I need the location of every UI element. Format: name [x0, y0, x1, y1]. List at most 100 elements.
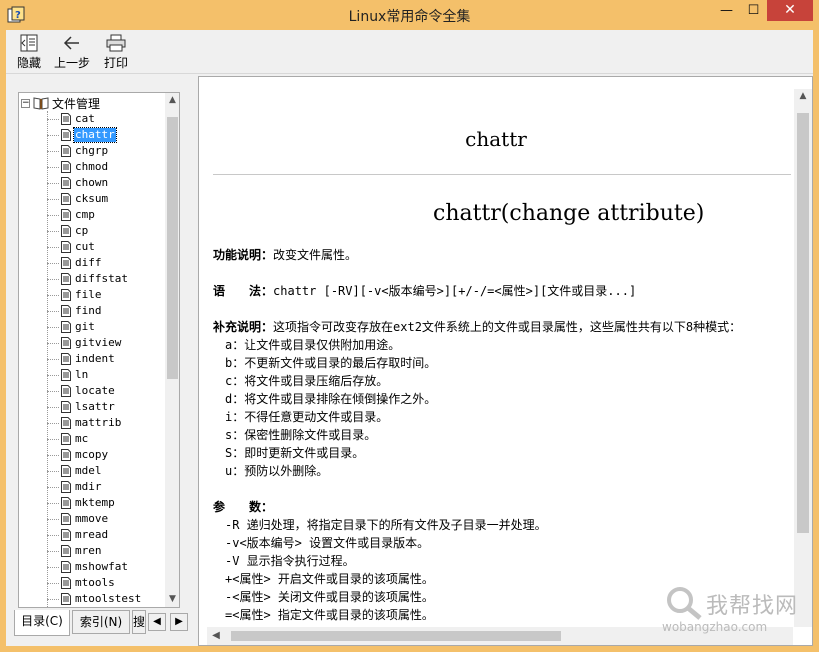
- tree-item-label: ln: [75, 368, 89, 381]
- hide-button[interactable]: 隐藏: [14, 34, 44, 72]
- close-button[interactable]: ✕: [767, 0, 813, 21]
- tree-item-chmod[interactable]: chmod: [47, 159, 109, 175]
- tree-item-find[interactable]: find: [47, 303, 103, 319]
- contents-tree[interactable]: − 文件管理 cat chattr chgrp chmod chown cksum cmp c…: [18, 92, 180, 608]
- tree-item-mc[interactable]: mc: [47, 431, 89, 447]
- topic-page-icon: [61, 113, 71, 125]
- tree-item-label: cksum: [75, 192, 109, 205]
- title-bar: ? Linux常用命令全集 — ☐ ✕: [0, 0, 819, 30]
- tree-scrollbar[interactable]: ▲ ▼: [165, 93, 179, 607]
- tree-item-mmove[interactable]: mmove: [47, 511, 109, 527]
- tree-item-cut[interactable]: cut: [47, 239, 96, 255]
- tree-item-mattrib[interactable]: mattrib: [47, 415, 122, 431]
- tree-branch-line: [47, 262, 59, 264]
- tree-item-mren[interactable]: mren: [47, 543, 103, 559]
- topic-page-icon: [61, 561, 71, 573]
- back-button[interactable]: 上一步: [52, 34, 92, 72]
- tree-branch-line: [47, 246, 59, 248]
- tree-item-cat[interactable]: cat: [47, 111, 96, 127]
- tree-item-diffstat[interactable]: diffstat: [47, 271, 129, 287]
- tree-item-cksum[interactable]: cksum: [47, 191, 109, 207]
- tree-item-ln[interactable]: ln: [47, 367, 89, 383]
- tree-root-file-management[interactable]: − 文件管理: [21, 95, 100, 111]
- tree-item-label: cmp: [75, 208, 95, 221]
- topic-page-icon: [61, 129, 71, 141]
- tree-item-chattr[interactable]: chattr: [47, 127, 117, 143]
- tree-item-git[interactable]: git: [47, 319, 96, 335]
- tree-item-label: mren: [75, 544, 102, 557]
- topic-page-icon: [61, 385, 71, 397]
- tab-scroll-left-icon[interactable]: ◀: [148, 613, 166, 631]
- tree-branch-line: [47, 566, 59, 568]
- tree-item-label: mattrib: [75, 416, 122, 429]
- tree-branch-line: [47, 198, 59, 200]
- open-book-icon: [33, 97, 49, 110]
- topic-page-icon: [61, 337, 71, 349]
- tree-branch-line: [47, 518, 59, 520]
- collapse-toggle[interactable]: −: [21, 98, 30, 108]
- tree-item-indent[interactable]: indent: [47, 351, 116, 367]
- topic-page-icon: [61, 465, 71, 477]
- tree-item-label: mc: [75, 432, 89, 445]
- tree-item-mdel[interactable]: mdel: [47, 463, 103, 479]
- supplement-label: 补充说明：: [213, 320, 274, 334]
- tree-item-file[interactable]: file: [47, 287, 103, 303]
- tab-contents[interactable]: 目录(C): [14, 610, 70, 636]
- tree-item-mtools[interactable]: mtools: [47, 575, 116, 591]
- mode-item: b：不更新文件或目录的最后存取时间。: [225, 356, 437, 370]
- content-hscroll-thumb[interactable]: [231, 631, 561, 641]
- tree-item-label: cat: [75, 112, 95, 125]
- tree-item-diff[interactable]: diff: [47, 255, 103, 271]
- tab-index[interactable]: 索引(N): [72, 610, 130, 634]
- tab-search[interactable]: 搜: [132, 610, 146, 634]
- tree-item-mread[interactable]: mread: [47, 527, 109, 543]
- scroll-down-arrow-icon[interactable]: ▼: [165, 592, 179, 607]
- tree-list: − 文件管理 cat chattr chgrp chmod chown cksum cmp c…: [19, 93, 165, 607]
- tree-item-chgrp[interactable]: chgrp: [47, 143, 109, 159]
- tree-item-label: diffstat: [75, 272, 128, 285]
- tree-branch-line: [47, 150, 59, 152]
- print-label: 打印: [103, 56, 128, 70]
- printer-icon: [106, 34, 126, 52]
- tree-item-locate[interactable]: locate: [47, 383, 116, 399]
- tree-branch-line: [47, 118, 59, 120]
- tree-item-label: chmod: [75, 160, 109, 173]
- tree-item-mcopy[interactable]: mcopy: [47, 447, 109, 463]
- content-scroll-up-icon[interactable]: ▲: [794, 89, 812, 104]
- topic-page-icon: [61, 273, 71, 285]
- topic-page-icon: [61, 593, 71, 605]
- print-button[interactable]: 打印: [100, 34, 132, 72]
- content-vertical-scrollbar[interactable]: ▲: [794, 89, 812, 627]
- tree-item-label: diff: [75, 256, 102, 269]
- topic-page-icon: [61, 193, 71, 205]
- tab-scroll-right-icon[interactable]: ▶: [170, 613, 188, 631]
- content-vscroll-thumb[interactable]: [797, 113, 809, 533]
- topic-page-icon: [61, 177, 71, 189]
- tree-item-cp[interactable]: cp: [47, 223, 89, 239]
- window-title: Linux常用命令全集: [348, 9, 471, 25]
- tree-item-label: mshowfat: [75, 560, 128, 573]
- minimize-button[interactable]: —: [713, 0, 740, 21]
- tree-item-mktemp[interactable]: mktemp: [47, 495, 116, 511]
- tree-item-mdir[interactable]: mdir: [47, 479, 103, 495]
- nav-tabs: 目录(C) 索引(N) 搜 ◀ ▶: [14, 610, 190, 636]
- supplement-line: 补充说明：这项指令可改变存放在ext2文件系统上的文件或目录属性，这些属性共有以…: [213, 318, 741, 335]
- tree-item-label: mread: [75, 528, 109, 541]
- topic-page-icon: [61, 353, 71, 365]
- tree-item-cmp[interactable]: cmp: [47, 207, 96, 223]
- tree-item-mtoolstest[interactable]: mtoolstest: [47, 591, 142, 607]
- watermark: 我帮找网 wobangzhao.com: [662, 584, 812, 640]
- mode-item: c：将文件或目录压缩后存放。: [225, 374, 389, 388]
- tree-item-gitview[interactable]: gitview: [47, 335, 122, 351]
- scroll-up-arrow-icon[interactable]: ▲: [165, 93, 179, 108]
- topic-content-pane: chattr chattr(change attribute) 功能说明：改变文…: [198, 76, 813, 646]
- tree-branch-line: [47, 214, 59, 216]
- content-scroll-left-icon[interactable]: ◀: [207, 627, 225, 645]
- tree-item-lsattr[interactable]: lsattr: [47, 399, 116, 415]
- tree-item-chown[interactable]: chown: [47, 175, 109, 191]
- tree-branch-line: [47, 582, 59, 584]
- topic-page-icon: [61, 529, 71, 541]
- tree-scroll-thumb[interactable]: [167, 117, 178, 379]
- maximize-button[interactable]: ☐: [740, 0, 767, 21]
- tree-item-mshowfat[interactable]: mshowfat: [47, 559, 129, 575]
